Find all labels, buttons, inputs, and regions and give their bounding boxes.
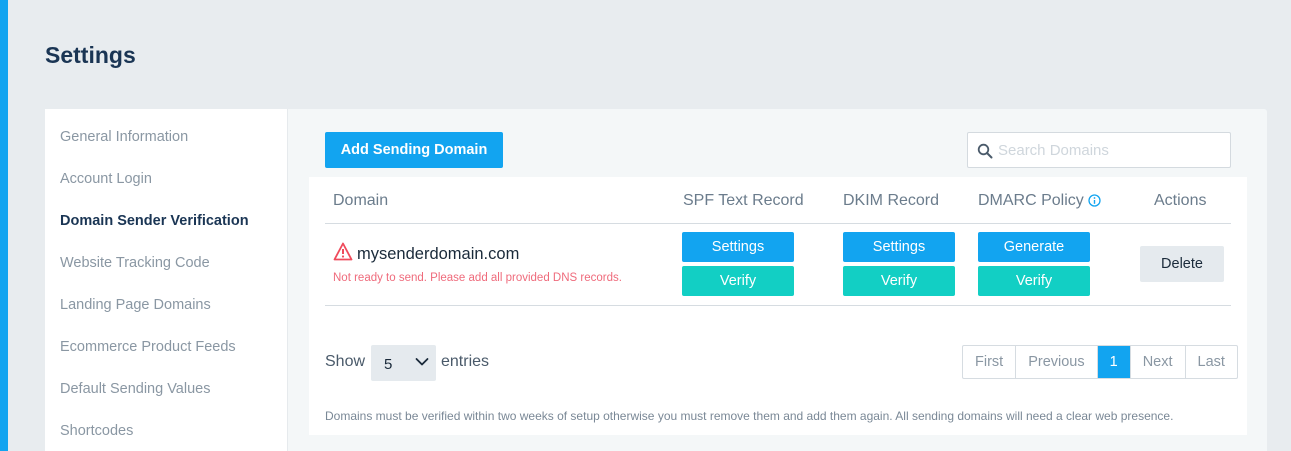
search-domains-input[interactable] xyxy=(998,133,1226,167)
search-domains-box[interactable] xyxy=(967,132,1231,168)
delete-domain-button[interactable]: Delete xyxy=(1140,246,1224,282)
domains-table: Domain SPF Text Record DKIM Record DMARC… xyxy=(309,177,1247,435)
domain-status-message: Not ready to send. Please add all provid… xyxy=(333,272,622,284)
header-dkim: DKIM Record xyxy=(843,192,940,209)
pagination-next[interactable]: Next xyxy=(1131,346,1186,378)
add-sending-domain-button[interactable]: Add Sending Domain xyxy=(325,132,503,168)
pagination: First Previous 1 Next Last xyxy=(962,345,1238,379)
info-icon[interactable] xyxy=(1088,194,1101,207)
sidebar-item-shortcodes[interactable]: Shortcodes xyxy=(60,423,133,439)
spf-verify-button[interactable]: Verify xyxy=(682,266,794,296)
sidebar-item-domain-sender-verification[interactable]: Domain Sender Verification xyxy=(60,213,249,229)
dmarc-verify-button[interactable]: Verify xyxy=(978,266,1090,296)
dkim-settings-button[interactable]: Settings xyxy=(843,232,955,262)
sidebar-item-ecommerce-product-feeds[interactable]: Ecommerce Product Feeds xyxy=(60,339,236,355)
spf-settings-button[interactable]: Settings xyxy=(682,232,794,262)
page-title: Settings xyxy=(45,42,136,68)
sidebar-item-general-information[interactable]: General Information xyxy=(60,129,188,145)
header-spf: SPF Text Record xyxy=(683,192,804,209)
chevron-down-icon xyxy=(415,358,429,366)
pagination-last[interactable]: Last xyxy=(1186,346,1237,378)
search-icon xyxy=(977,143,993,159)
sidebar-item-landing-page-domains[interactable]: Landing Page Domains xyxy=(60,297,211,313)
header-actions: Actions xyxy=(1154,192,1207,209)
header-domain: Domain xyxy=(333,192,389,209)
settings-card: General Information Account Login Domain… xyxy=(45,109,1267,451)
verification-note: Domains must be verified within two week… xyxy=(325,409,1174,423)
dmarc-generate-button[interactable]: Generate xyxy=(978,232,1090,262)
header-dmarc-label: DMARC Policy xyxy=(978,192,1084,209)
sidebar-item-account-login[interactable]: Account Login xyxy=(60,171,152,187)
pagination-first[interactable]: First xyxy=(963,346,1017,378)
sidebar-item-website-tracking-code[interactable]: Website Tracking Code xyxy=(60,255,210,271)
dkim-verify-button[interactable]: Verify xyxy=(843,266,955,296)
warning-triangle-icon xyxy=(333,242,353,261)
header-dmarc: DMARC Policy xyxy=(978,192,1101,210)
accent-strip xyxy=(0,0,8,451)
show-label: Show xyxy=(325,353,366,370)
entries-per-page-select[interactable]: 5 xyxy=(371,345,436,381)
settings-sidebar: General Information Account Login Domain… xyxy=(45,109,288,451)
sidebar-item-default-sending-values[interactable]: Default Sending Values xyxy=(60,381,210,397)
pagination-page-current[interactable]: 1 xyxy=(1097,346,1131,378)
row-divider xyxy=(325,305,1231,306)
domain-name: mysenderdomain.com xyxy=(357,245,520,263)
header-divider xyxy=(325,223,1231,224)
pagination-previous[interactable]: Previous xyxy=(1016,346,1098,378)
entries-select-value: 5 xyxy=(384,356,393,373)
entries-label: entries xyxy=(441,353,490,370)
